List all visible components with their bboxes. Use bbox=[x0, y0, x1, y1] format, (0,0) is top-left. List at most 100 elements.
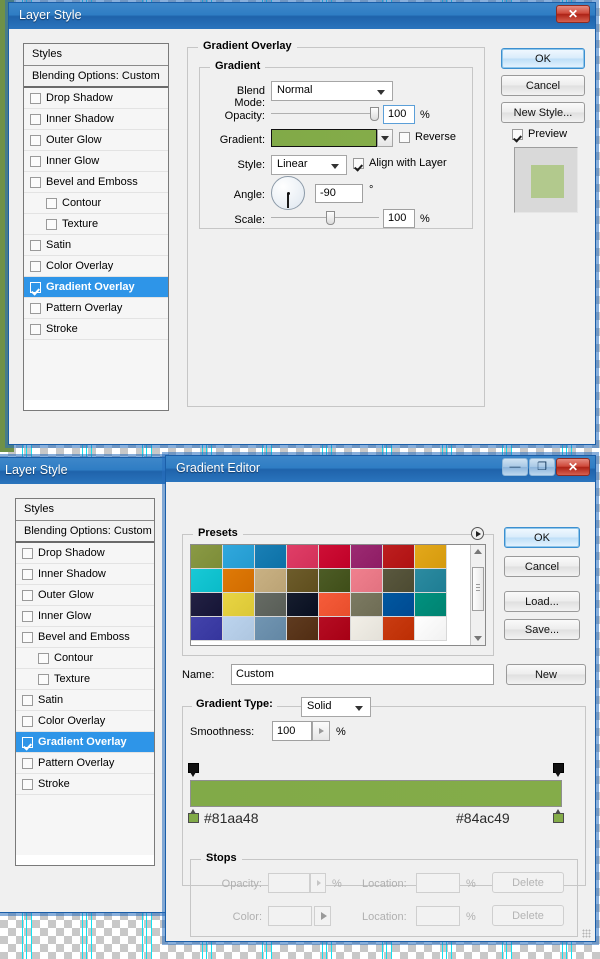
preset-swatch[interactable] bbox=[351, 545, 383, 569]
effect-checkbox[interactable] bbox=[22, 632, 33, 643]
preset-swatch[interactable] bbox=[287, 617, 319, 641]
gradient-editor-cancel-button[interactable]: Cancel bbox=[504, 556, 580, 577]
sidebar-item-stroke[interactable]: Stroke bbox=[24, 319, 168, 340]
gradient-preview-strip[interactable] bbox=[190, 780, 562, 807]
preset-swatch[interactable] bbox=[255, 617, 287, 641]
sidebar-item-inner-shadow[interactable]: Inner Shadow bbox=[24, 109, 168, 130]
delete-opacity-stop-button[interactable]: Delete bbox=[492, 872, 564, 893]
effect-checkbox[interactable] bbox=[38, 653, 49, 664]
sidebar-item-contour[interactable]: Contour bbox=[16, 648, 154, 669]
stop-location-input-2[interactable] bbox=[416, 906, 460, 926]
presets-scrollbar[interactable] bbox=[470, 545, 485, 645]
stop-opacity-stepper[interactable] bbox=[310, 873, 326, 893]
preset-swatch[interactable] bbox=[319, 593, 351, 617]
sidebar-item-color-overlay[interactable]: Color Overlay bbox=[16, 711, 154, 732]
sidebar-item-inner-glow[interactable]: Inner Glow bbox=[24, 151, 168, 172]
effect-checkbox[interactable] bbox=[22, 548, 33, 559]
preset-swatch[interactable] bbox=[191, 569, 223, 593]
reverse-checkbox-row[interactable]: Reverse bbox=[399, 131, 456, 143]
preset-swatch[interactable] bbox=[223, 569, 255, 593]
title-bar[interactable]: Layer Style ✕ bbox=[9, 3, 595, 30]
preset-swatch[interactable] bbox=[191, 593, 223, 617]
effect-checkbox[interactable] bbox=[46, 219, 57, 230]
effect-checkbox[interactable] bbox=[22, 569, 33, 580]
opacity-slider-thumb[interactable] bbox=[370, 107, 379, 121]
gradient-swatch[interactable] bbox=[271, 129, 377, 147]
delete-color-stop-button[interactable]: Delete bbox=[492, 905, 564, 926]
preset-swatch[interactable] bbox=[351, 593, 383, 617]
preset-swatch[interactable] bbox=[319, 545, 351, 569]
effect-checkbox[interactable] bbox=[30, 93, 41, 104]
gradient-picker-button[interactable] bbox=[377, 129, 393, 147]
smoothness-input[interactable]: 100 bbox=[272, 721, 312, 741]
preset-swatch[interactable] bbox=[255, 545, 287, 569]
opacity-stop-left[interactable] bbox=[188, 763, 199, 778]
stop-color-swatch[interactable] bbox=[268, 906, 312, 926]
effect-checkbox[interactable] bbox=[30, 177, 41, 188]
preset-swatch[interactable] bbox=[319, 617, 351, 641]
effect-checkbox[interactable] bbox=[22, 779, 33, 790]
effect-checkbox[interactable] bbox=[30, 261, 41, 272]
sidebar-item-gradient-overlay[interactable]: Gradient Overlay bbox=[16, 732, 154, 753]
new-style-button[interactable]: New Style... bbox=[501, 102, 585, 123]
preset-swatch[interactable] bbox=[191, 617, 223, 641]
preset-swatch[interactable] bbox=[415, 593, 447, 617]
close-button[interactable]: ✕ bbox=[556, 5, 590, 23]
sidebar-item-satin[interactable]: Satin bbox=[24, 235, 168, 256]
sidebar-item-texture[interactable]: Texture bbox=[16, 669, 154, 690]
effect-checkbox[interactable] bbox=[30, 240, 41, 251]
scale-slider-thumb[interactable] bbox=[326, 211, 335, 225]
preset-swatch[interactable] bbox=[383, 617, 415, 641]
preview-checkbox-row[interactable]: Preview bbox=[512, 128, 567, 140]
style-select[interactable]: Linear bbox=[271, 155, 347, 175]
ok-button[interactable]: OK bbox=[501, 48, 585, 69]
effect-checkbox[interactable] bbox=[22, 590, 33, 601]
sidebar-item-drop-shadow[interactable]: Drop Shadow bbox=[24, 88, 168, 109]
angle-input[interactable]: -90 bbox=[315, 184, 363, 203]
sidebar-item-bevel-and-emboss[interactable]: Bevel and Emboss bbox=[16, 627, 154, 648]
effect-checkbox[interactable] bbox=[30, 303, 41, 314]
stop-location-input-1[interactable] bbox=[416, 873, 460, 893]
minimize-button[interactable]: — bbox=[502, 458, 528, 476]
effect-checkbox[interactable] bbox=[38, 674, 49, 685]
sidebar-item-contour[interactable]: Contour bbox=[24, 193, 168, 214]
sidebar-item-inner-glow[interactable]: Inner Glow bbox=[16, 606, 154, 627]
gradient-editor-title-bar[interactable]: Gradient Editor — ❐ ✕ bbox=[166, 456, 595, 483]
resize-grip[interactable] bbox=[582, 929, 591, 938]
blending-options-row[interactable]: Blending Options: Custom bbox=[24, 66, 168, 88]
color-stop-right[interactable] bbox=[553, 809, 564, 823]
preview-checkbox[interactable] bbox=[512, 129, 523, 140]
align-with-layer-row[interactable]: Align with Layer bbox=[353, 157, 447, 169]
gradient-type-select[interactable]: Solid bbox=[301, 697, 371, 717]
close-button-gradient-editor[interactable]: ✕ bbox=[556, 458, 590, 476]
reverse-checkbox[interactable] bbox=[399, 132, 410, 143]
angle-dial[interactable] bbox=[271, 176, 305, 210]
effect-checkbox[interactable] bbox=[22, 716, 33, 727]
sidebar-item-gradient-overlay[interactable]: Gradient Overlay bbox=[24, 277, 168, 298]
new-preset-button[interactable]: New bbox=[506, 664, 586, 685]
preset-swatch[interactable] bbox=[191, 545, 223, 569]
preset-swatch[interactable] bbox=[223, 545, 255, 569]
stop-opacity-input[interactable] bbox=[268, 873, 310, 893]
preset-swatch[interactable] bbox=[351, 617, 383, 641]
preset-swatch[interactable] bbox=[255, 593, 287, 617]
sidebar-item-stroke[interactable]: Stroke bbox=[16, 774, 154, 795]
sidebar-item-pattern-overlay[interactable]: Pattern Overlay bbox=[24, 298, 168, 319]
gradient-editor-ok-button[interactable]: OK bbox=[504, 527, 580, 548]
styles-list-bottom[interactable]: StylesBlending Options: CustomDrop Shado… bbox=[15, 498, 155, 866]
sidebar-item-inner-shadow[interactable]: Inner Shadow bbox=[16, 564, 154, 585]
sidebar-item-outer-glow[interactable]: Outer Glow bbox=[24, 130, 168, 151]
styles-list-top[interactable]: StylesBlending Options: CustomDrop Shado… bbox=[23, 43, 169, 411]
preset-swatch[interactable] bbox=[223, 617, 255, 641]
presets-menu-button[interactable] bbox=[471, 527, 484, 540]
preset-swatch[interactable] bbox=[415, 545, 447, 569]
sidebar-item-texture[interactable]: Texture bbox=[24, 214, 168, 235]
effect-checkbox[interactable] bbox=[30, 156, 41, 167]
maximize-button[interactable]: ❐ bbox=[529, 458, 555, 476]
scrollbar-thumb[interactable] bbox=[472, 567, 484, 611]
preset-swatch[interactable] bbox=[415, 569, 447, 593]
sidebar-item-pattern-overlay[interactable]: Pattern Overlay bbox=[16, 753, 154, 774]
preset-swatch[interactable] bbox=[255, 569, 287, 593]
cancel-button[interactable]: Cancel bbox=[501, 75, 585, 96]
effect-checkbox[interactable] bbox=[22, 758, 33, 769]
